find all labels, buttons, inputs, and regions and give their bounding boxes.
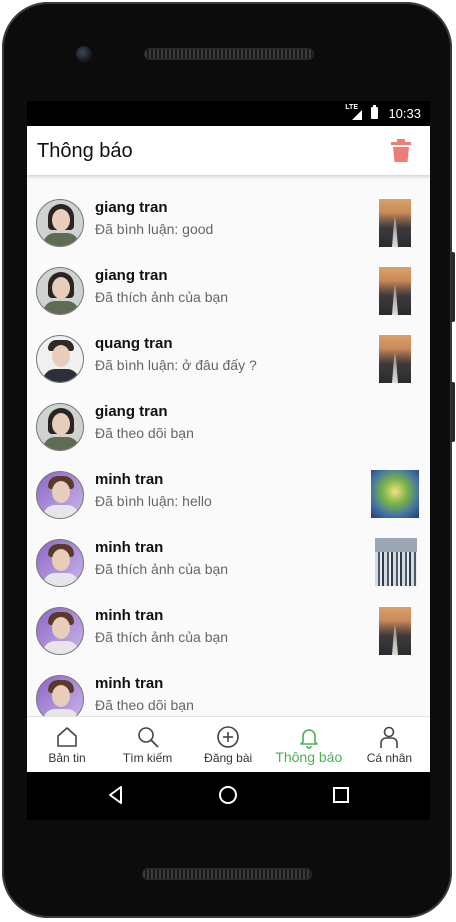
notification-item[interactable]: minh tran Đã theo dõi bạn xyxy=(27,665,430,716)
tab-label: Bản tin xyxy=(48,751,86,765)
power-button xyxy=(451,382,455,442)
status-bar: LTE 10:33 xyxy=(27,101,430,126)
notification-list: giang tran Đã bình luận: good giang tran Đã… xyxy=(27,189,430,716)
notification-message: Đã bình luận: ở đâu đấy ? xyxy=(95,357,257,373)
notification-item[interactable]: giang tran Đã theo dõi bạn xyxy=(27,393,430,461)
post-thumbnail[interactable] xyxy=(375,538,417,586)
avatar[interactable] xyxy=(36,471,84,519)
avatar[interactable] xyxy=(36,607,84,655)
back-icon[interactable] xyxy=(105,784,127,806)
avatar[interactable] xyxy=(36,199,84,247)
notification-user-name: quang tran xyxy=(95,335,173,352)
tab-label: Đăng bài xyxy=(204,751,253,765)
notification-message: Đã bình luận: good xyxy=(95,221,214,237)
tab-label: Cá nhân xyxy=(366,751,413,765)
notification-user-name: minh tran xyxy=(95,471,164,488)
status-time: 10:33 xyxy=(388,106,421,121)
post-thumbnail[interactable] xyxy=(379,607,411,655)
notification-message: Đã thích ảnh của bạn xyxy=(95,289,229,305)
avatar[interactable] xyxy=(36,267,84,315)
home-circle-icon[interactable] xyxy=(217,784,239,806)
bell-icon xyxy=(299,729,318,749)
recents-icon[interactable] xyxy=(330,784,352,806)
tab-person[interactable]: Cá nhân xyxy=(349,717,429,772)
notification-item[interactable]: minh tran Đã thích ảnh của bạn xyxy=(27,597,430,665)
search-icon xyxy=(137,727,159,748)
avatar[interactable] xyxy=(36,403,84,451)
notification-message: Đã theo dõi bạn xyxy=(95,425,194,441)
tab-bell[interactable]: Thông báo xyxy=(269,717,349,772)
add-circle-icon xyxy=(217,726,239,748)
signal-icon xyxy=(352,110,362,120)
battery-icon xyxy=(371,105,378,119)
post-thumbnail[interactable] xyxy=(379,335,411,383)
notification-user-name: minh tran xyxy=(95,675,164,692)
avatar[interactable] xyxy=(36,539,84,587)
avatar[interactable] xyxy=(36,335,84,383)
post-thumbnail[interactable] xyxy=(379,199,411,247)
volume-button xyxy=(451,252,455,322)
notification-user-name: giang tran xyxy=(95,403,168,420)
app-screen: LTE 10:33 Thông báo giang tran Đã bình lu… xyxy=(27,101,430,772)
notification-message: Đã theo dõi bạn xyxy=(95,697,194,713)
home-icon xyxy=(57,727,77,747)
tab-search[interactable]: Tìm kiếm xyxy=(108,717,188,772)
notification-item[interactable]: giang tran Đã bình luận: good xyxy=(27,189,430,257)
avatar[interactable] xyxy=(36,675,84,716)
notification-message: Đã thích ảnh của bạn xyxy=(95,629,229,645)
bottom-tab-bar: Bản tin Tìm kiếm Đăng bài Thông báo Cá nhân xyxy=(27,716,430,772)
notification-user-name: giang tran xyxy=(95,199,168,216)
bottom-speaker xyxy=(142,868,312,880)
system-nav-bar xyxy=(27,772,430,820)
notification-user-name: minh tran xyxy=(95,539,164,556)
notification-user-name: giang tran xyxy=(95,267,168,284)
earpiece-speaker xyxy=(144,48,314,60)
notification-item[interactable]: quang tran Đã bình luận: ở đâu đấy ? xyxy=(27,325,430,393)
tab-label: Thông báo xyxy=(275,749,343,765)
tab-home[interactable]: Bản tin xyxy=(27,717,107,772)
notification-item[interactable]: giang tran Đã thích ảnh của bạn xyxy=(27,257,430,325)
app-bar: Thông báo xyxy=(27,126,430,175)
notification-item[interactable]: minh tran Đã bình luận: hello xyxy=(27,461,430,529)
post-thumbnail[interactable] xyxy=(379,267,411,315)
person-icon xyxy=(380,726,399,748)
page-title: Thông báo xyxy=(37,140,133,162)
post-thumbnail[interactable] xyxy=(371,470,419,518)
tab-add-circle[interactable]: Đăng bài xyxy=(188,717,268,772)
notification-user-name: minh tran xyxy=(95,607,164,624)
front-camera xyxy=(76,46,92,62)
notification-message: Đã thích ảnh của bạn xyxy=(95,561,229,577)
notification-message: Đã bình luận: hello xyxy=(95,493,212,509)
notification-item[interactable]: minh tran Đã thích ảnh của bạn xyxy=(27,529,430,597)
trash-icon[interactable] xyxy=(390,139,412,163)
tab-label: Tìm kiếm xyxy=(122,751,173,765)
